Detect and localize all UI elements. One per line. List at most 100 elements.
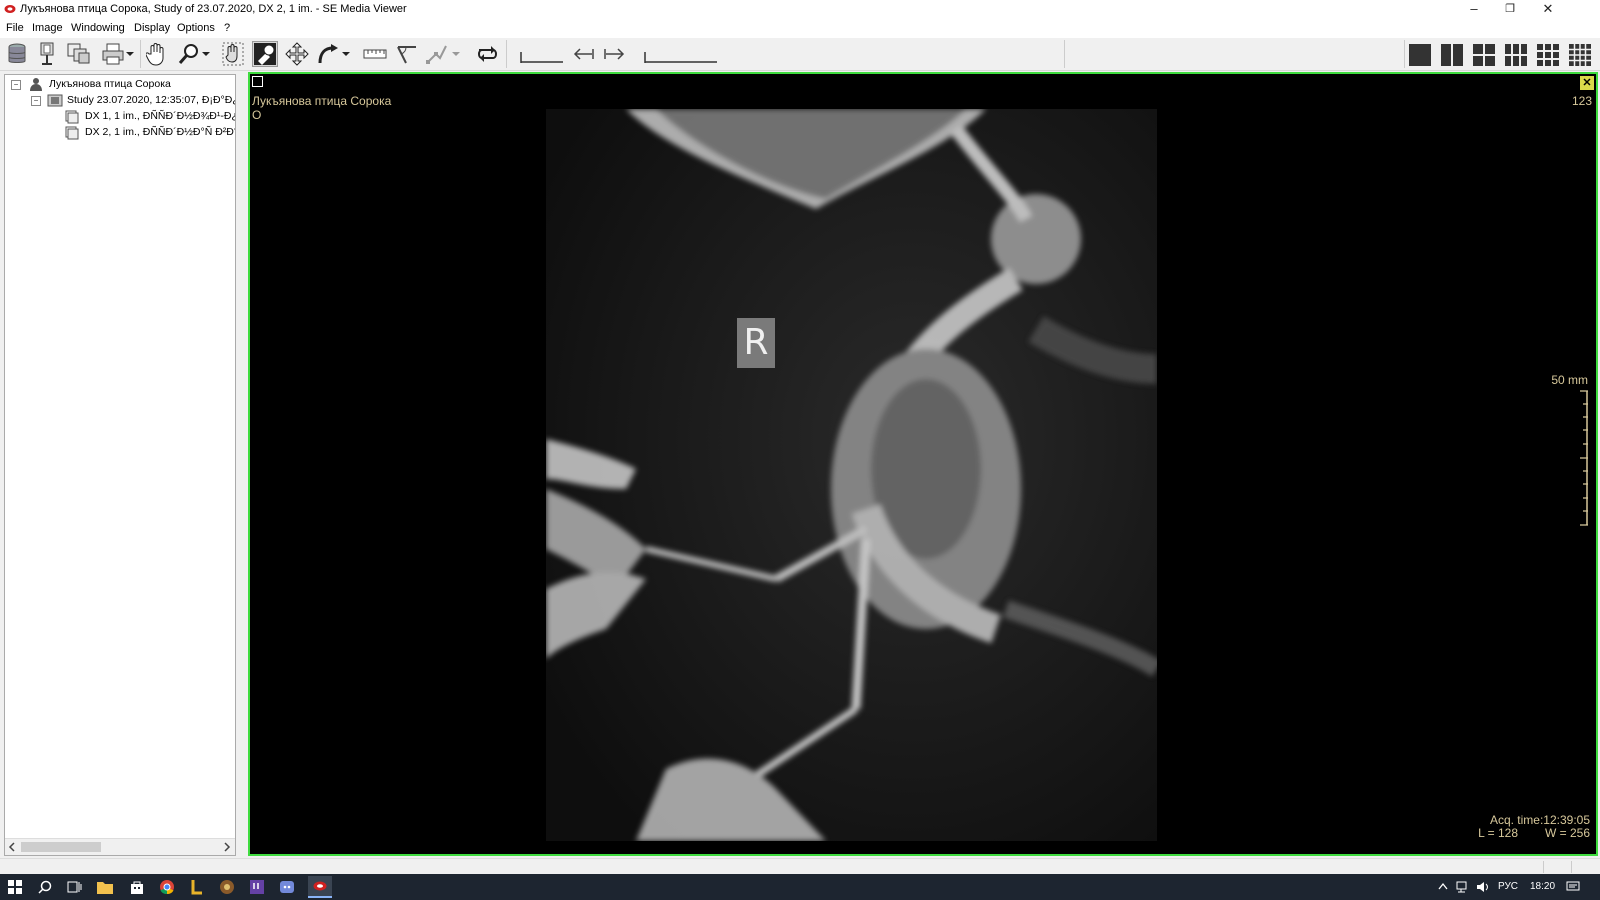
print-dropdown[interactable] — [124, 41, 136, 67]
menu-display[interactable]: Display — [134, 22, 170, 34]
task-view-icon — [67, 881, 82, 893]
layout-3x3-button[interactable] — [1534, 41, 1562, 69]
window-level-button[interactable] — [252, 41, 278, 67]
tree-series-label: DX 1, 1 im., ÐÑÑÐ´Ð½Ð¾Ð¹-Ð¿Ð¾Ð» — [85, 110, 235, 122]
app-icon — [220, 880, 234, 894]
layout-1x2-button[interactable] — [1438, 41, 1466, 69]
layout-2x2-button[interactable] — [1470, 41, 1498, 69]
minimize-button[interactable]: – — [1456, 0, 1492, 20]
clock[interactable]: 18:20 — [1530, 881, 1555, 892]
tree-item-series-2[interactable]: DX 2, 1 im., ÐÑÑÐ´Ð½Ð°Ñ Ð²Ð°Ð» — [9, 125, 235, 141]
overlay-window-level: L = 128 — [1478, 826, 1518, 840]
file-explorer-button[interactable] — [96, 878, 114, 896]
status-divider — [1571, 861, 1572, 873]
taskbar: РУС 18:20 — [0, 874, 1600, 900]
tree-item-series-1[interactable]: DX 1, 1 im., ÐÑÑÐ´Ð½Ð¾Ð¹-Ð¿Ð¾Ð» — [9, 109, 235, 125]
app-button-2[interactable] — [218, 878, 236, 896]
hand-select-icon — [222, 42, 244, 66]
menu-file[interactable]: File — [6, 22, 24, 34]
print-button[interactable] — [100, 41, 126, 67]
image-viewport[interactable]: ✕ Лукъянова птица Сорока O 123 R 50 mm A… — [248, 72, 1598, 856]
app-button-1[interactable] — [188, 878, 206, 896]
overlay-image-number: 123 — [1571, 94, 1592, 108]
app-logo-icon — [4, 5, 16, 13]
tree-patient-label: Лукъянова птица Сорока — [49, 78, 171, 90]
discord-button[interactable] — [278, 878, 296, 896]
patient-icon — [30, 78, 42, 91]
cycle-button[interactable] — [474, 41, 500, 67]
network-icon[interactable] — [1456, 881, 1470, 893]
scroll-left-icon[interactable] — [8, 842, 16, 852]
viewport-select-checkbox[interactable] — [252, 76, 263, 87]
rotate-button[interactable] — [316, 41, 342, 67]
layout-1x1-icon — [1409, 44, 1431, 66]
tray-chevron-icon[interactable] — [1438, 882, 1448, 890]
menu-help[interactable]: ? — [224, 22, 230, 34]
slice-slider-right[interactable] — [644, 50, 718, 64]
tree-horizontal-scrollbar[interactable] — [5, 838, 235, 855]
search-button[interactable] — [36, 878, 54, 896]
overlay-acq-time: Acq. time:12:39:05 — [1489, 813, 1590, 827]
slider-track-icon — [520, 52, 563, 63]
title-bar: Лукъянова птица Сорока, Study of 23.07.2… — [0, 0, 1600, 20]
database-button[interactable] — [4, 41, 30, 67]
zoom-button[interactable] — [176, 41, 202, 67]
slice-slider-left[interactable] — [520, 50, 564, 64]
cycle-icon — [478, 46, 497, 62]
se-media-viewer-icon — [313, 881, 327, 891]
windows-start-button[interactable] — [6, 878, 24, 896]
store-icon — [131, 881, 143, 894]
close-button[interactable]: ✕ — [1530, 0, 1566, 20]
overlay-patient-name: Лукъянова птица Сорока — [252, 94, 392, 108]
study-tree-panel: − Лукъянова птица Сорока − Study 23.07.2… — [4, 74, 236, 856]
toolbar-separator — [1064, 40, 1065, 68]
menu-image[interactable]: Image — [32, 22, 63, 34]
roi-dropdown[interactable] — [450, 41, 462, 67]
zoom-icon — [178, 44, 198, 64]
layout-2x3-button[interactable] — [1502, 41, 1530, 69]
task-view-button[interactable] — [66, 878, 84, 896]
windows-start-icon — [8, 880, 22, 894]
volume-icon[interactable] — [1476, 881, 1490, 893]
pin-icon — [40, 42, 54, 65]
se-media-viewer-taskbar-button[interactable] — [308, 876, 332, 898]
toolbar-separator — [140, 40, 141, 68]
pan-button[interactable] — [144, 41, 170, 67]
collapse-icon[interactable]: − — [11, 80, 21, 90]
search-icon — [38, 880, 52, 894]
tree-series-label: DX 2, 1 im., ÐÑÑÐ´Ð½Ð°Ñ Ð²Ð°Ð» — [85, 126, 235, 138]
layout-4x4-button[interactable] — [1566, 41, 1594, 69]
tree-item-patient[interactable]: − Лукъянова птица Сорока — [9, 77, 235, 93]
rotate-dropdown[interactable] — [340, 41, 352, 67]
collapse-icon[interactable]: − — [31, 96, 41, 106]
roi-button[interactable] — [424, 41, 450, 67]
select-button[interactable] — [220, 41, 246, 67]
previous-image-button[interactable] — [570, 41, 596, 67]
series-icon — [65, 126, 79, 140]
move-button[interactable] — [284, 41, 310, 67]
language-indicator[interactable]: РУС — [1498, 881, 1518, 892]
notifications-icon[interactable] — [1566, 881, 1580, 893]
tree-item-study[interactable]: − Study 23.07.2020, 12:35:07, Ð¡Ð°Ð¿Ð»Ð¸ — [9, 93, 235, 109]
scroll-thumb[interactable] — [21, 842, 101, 852]
next-image-button[interactable] — [602, 41, 628, 67]
twitch-button[interactable] — [248, 878, 266, 896]
viewport-close-icon[interactable]: ✕ — [1580, 76, 1594, 90]
overlay-orientation: O — [252, 108, 262, 122]
roi-icon — [426, 45, 447, 64]
restore-button[interactable]: ❐ — [1492, 0, 1528, 20]
scale-label: 50 mm — [1551, 373, 1588, 387]
layout-1x1-button[interactable] — [1406, 41, 1434, 69]
menu-options[interactable]: Options — [177, 22, 215, 34]
pin-button[interactable] — [34, 41, 60, 67]
menu-windowing[interactable]: Windowing — [71, 22, 125, 34]
angle-button[interactable] — [394, 41, 420, 67]
copy-series-button[interactable] — [66, 41, 92, 67]
xray-image[interactable]: R — [546, 109, 1157, 841]
store-button[interactable] — [128, 878, 146, 896]
scroll-right-icon[interactable] — [223, 842, 231, 852]
twitch-icon — [250, 880, 264, 894]
zoom-dropdown[interactable] — [200, 41, 212, 67]
ruler-button[interactable] — [362, 41, 388, 67]
chrome-button[interactable] — [158, 878, 176, 896]
